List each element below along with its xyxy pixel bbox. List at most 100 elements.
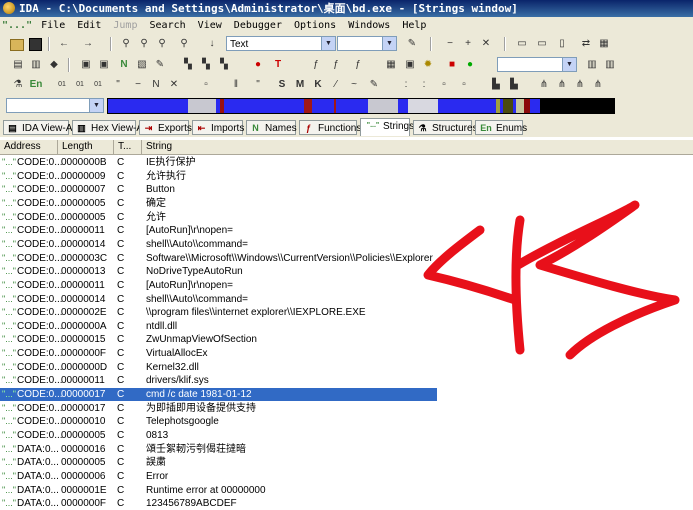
text-s-icon[interactable]: S	[274, 77, 290, 92]
menu-jump[interactable]: Jump	[113, 20, 137, 31]
back-icon[interactable]: ←	[56, 36, 72, 51]
column-header-length[interactable]: Length	[58, 140, 114, 154]
tree-icon[interactable]: ⋔	[572, 77, 588, 92]
tab-imports[interactable]: ⇤ Imports	[192, 120, 244, 135]
function-edit-icon[interactable]: ƒ	[350, 57, 366, 72]
step-icon[interactable]: ▥	[602, 57, 618, 72]
binary-icon[interactable]: 01	[54, 77, 70, 92]
chevron-down-icon[interactable]: ▼	[382, 37, 396, 50]
minus-icon[interactable]: −	[442, 36, 458, 51]
table-row[interactable]: "..." DATA:0... 00000005 C 誤粛	[0, 456, 693, 469]
jump-icon[interactable]: ↓	[204, 36, 220, 51]
step-icon[interactable]: ▥	[584, 57, 600, 72]
window-layout-icon[interactable]: ▭	[514, 36, 530, 51]
line-icon[interactable]: ~	[346, 77, 362, 92]
table-row[interactable]: "..." DATA:0... 0000000F C 123456789ABCDEF	[0, 497, 693, 510]
names-n-icon[interactable]: N	[148, 77, 164, 92]
calculator-icon[interactable]: ▦	[383, 57, 399, 72]
tab-ida-view-a[interactable]: ▤ IDA View-A	[3, 120, 72, 135]
function-icon[interactable]: ƒ	[328, 57, 344, 72]
hide-icon[interactable]: ▫	[436, 77, 452, 92]
pencil-icon[interactable]: ✎	[404, 36, 420, 51]
segment-icon[interactable]: ▣	[96, 57, 112, 72]
table-row[interactable]: "..." DATA:0... 00000006 C Error	[0, 470, 693, 483]
table-row[interactable]: "..." CODE:0... 00000010 C Telephotsgoogle	[0, 415, 693, 428]
menu-file[interactable]: File	[41, 20, 65, 31]
string-icon[interactable]: "	[110, 77, 126, 92]
cross-reference-icon[interactable]: ⇄	[578, 36, 594, 51]
tab-enums[interactable]: En Enums	[475, 120, 527, 135]
column-header-type[interactable]: T...	[114, 140, 142, 154]
tab-structures[interactable]: ⚗ Structures	[413, 120, 478, 135]
graph-icon[interactable]: ▚	[180, 57, 196, 72]
analysis-icon[interactable]: ⚗	[10, 77, 26, 92]
pause-icon[interactable]: ‖	[228, 77, 244, 92]
table-row[interactable]: "..." CODE:0... 00000005 C 0813	[0, 429, 693, 442]
minus-icon[interactable]: −	[130, 77, 146, 92]
chevron-down-icon[interactable]: ▼	[89, 99, 103, 112]
offset-icon[interactable]: ▫	[198, 77, 214, 92]
menu-windows[interactable]: Windows	[348, 20, 390, 31]
plus-icon[interactable]: +	[460, 36, 476, 51]
enums-icon[interactable]: En	[28, 77, 44, 92]
menu-options[interactable]: Options	[294, 20, 336, 31]
text-k-icon[interactable]: K	[310, 77, 326, 92]
table-row[interactable]: "..." CODE:0... 00000017 Ccmd /c date 1981-…	[0, 388, 693, 402]
run-icon[interactable]: ●	[462, 57, 478, 72]
unhide-icon[interactable]: ▫	[456, 77, 472, 92]
graph-icon[interactable]: ▚	[216, 57, 232, 72]
tree-icon[interactable]: ⋔	[536, 77, 552, 92]
navigation-band[interactable]	[107, 98, 615, 114]
stop-icon[interactable]: ■	[444, 57, 460, 72]
tree-icon[interactable]: ⋔	[554, 77, 570, 92]
binary-icon[interactable]: 01	[72, 77, 88, 92]
table-row[interactable]: "..." CODE:0... 0000000B C IE执行保护	[0, 156, 693, 169]
function-icon[interactable]: ƒ	[308, 57, 324, 72]
column-header-string[interactable]: String	[142, 140, 693, 154]
second-search-combo[interactable]: ▼	[337, 36, 397, 51]
comment-icon[interactable]: ⁄	[328, 77, 344, 92]
tab-hex-view-a[interactable]: ▥ Hex View-A	[72, 120, 143, 135]
tab-names[interactable]: N Names	[246, 120, 297, 135]
pencil-icon[interactable]: ✎	[366, 77, 382, 92]
graph-icon[interactable]: ▚	[198, 57, 214, 72]
text-search-combo[interactable]: Text ▼	[226, 36, 336, 51]
column-header-address[interactable]: Address	[0, 140, 58, 154]
menu-view[interactable]: View	[198, 20, 222, 31]
table-row[interactable]: "..." DATA:0... 0000001E C Runtime error at …	[0, 484, 693, 497]
text-view-icon[interactable]: ▤	[10, 57, 26, 72]
tab-strings[interactable]: "..." Strings	[360, 118, 414, 136]
colon-icon[interactable]: :	[416, 77, 432, 92]
search-binoculars-icon[interactable]: ⚲	[118, 36, 134, 51]
tab-functions[interactable]: ƒ Functions	[299, 120, 361, 135]
menu-debugger[interactable]: Debugger	[234, 20, 282, 31]
close-icon[interactable]: ✕	[166, 77, 182, 92]
chart-icon[interactable]: ▙	[506, 77, 522, 92]
segment-combo[interactable]: ▼	[6, 98, 104, 113]
save-icon[interactable]	[29, 38, 42, 51]
window-layout-icon[interactable]: ▭	[534, 36, 550, 51]
segment-icon[interactable]: ▣	[78, 57, 94, 72]
debugger-icon[interactable]: ▣	[402, 57, 418, 72]
debugger-combo[interactable]: ▼	[497, 57, 577, 72]
tree-icon[interactable]: ⋔	[590, 77, 606, 92]
rename-icon[interactable]: ✎	[152, 57, 168, 72]
hex-icon[interactable]: ▥	[28, 57, 44, 72]
menu-help[interactable]: Help	[402, 20, 426, 31]
table-row[interactable]: "..." CODE:0... 00000011 Cdrivers/klif.sys	[0, 374, 693, 387]
gear-icon[interactable]: ✹	[420, 57, 436, 72]
menu-edit[interactable]: Edit	[77, 20, 101, 31]
close-icon[interactable]: ✕	[478, 36, 494, 51]
table-row[interactable]: "..." CODE:0... 0000000D C Kernel32.dll	[0, 361, 693, 374]
open-file-icon[interactable]	[10, 39, 24, 51]
diamond-icon[interactable]: ◆	[46, 57, 62, 72]
text-m-icon[interactable]: M	[292, 77, 308, 92]
text-t-icon[interactable]: T	[270, 57, 286, 72]
breakpoint-icon[interactable]: ●	[250, 57, 266, 72]
menu-search[interactable]: Search	[150, 20, 186, 31]
names-n-icon[interactable]: N	[116, 57, 132, 72]
structure-icon[interactable]: ▧	[134, 57, 150, 72]
table-row[interactable]: "..." CODE:0... 00000009 C 允许执行	[0, 170, 693, 183]
tab-exports[interactable]: ⇥ Exports	[139, 120, 192, 135]
chevron-down-icon[interactable]: ▼	[321, 37, 335, 50]
